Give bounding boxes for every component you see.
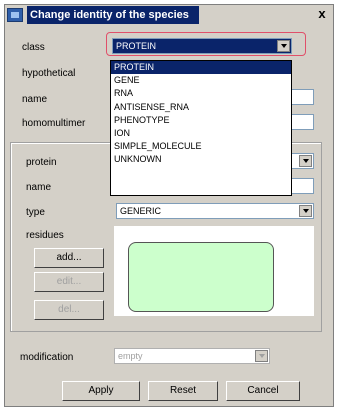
dropdown-option[interactable]: PHENOTYPE	[111, 114, 291, 127]
residues-label: residues	[26, 230, 64, 241]
cancel-button[interactable]: Cancel	[226, 381, 300, 401]
dropdown-option[interactable]: UNKNOWN	[111, 153, 291, 166]
delete-residue-button[interactable]: del...	[34, 300, 104, 320]
modification-select[interactable]: empty	[114, 348, 270, 364]
add-residue-button[interactable]: add...	[34, 248, 104, 268]
chevron-down-icon[interactable]	[255, 350, 268, 362]
modification-value: empty	[118, 351, 143, 361]
homomultimer-label: homomultimer	[22, 118, 86, 129]
dialog-title: Change identity of the species	[27, 6, 199, 24]
type-label: type	[26, 207, 45, 218]
dropdown-option[interactable]: RNA	[111, 87, 291, 100]
edit-residue-button[interactable]: edit...	[34, 272, 104, 292]
app-window-icon	[7, 8, 23, 22]
class-label: class	[22, 42, 45, 53]
name-label: name	[22, 94, 48, 105]
reset-button[interactable]: Reset	[148, 381, 218, 401]
close-icon[interactable]: x	[315, 7, 329, 21]
apply-button[interactable]: Apply	[62, 381, 140, 401]
dropdown-option[interactable]: GENE	[111, 74, 291, 87]
hypothetical-label: hypothetical	[22, 68, 76, 79]
type-selected-value: GENERIC	[120, 206, 162, 216]
type-select[interactable]: GENERIC	[116, 203, 314, 219]
chevron-down-icon[interactable]	[299, 155, 312, 167]
protein-shape-preview	[128, 242, 274, 312]
class-dropdown-list: PROTEIN GENE RNA ANTISENSE_RNA PHENOTYPE…	[110, 60, 292, 196]
chevron-down-icon[interactable]	[299, 205, 312, 217]
protein-label: protein	[26, 157, 57, 168]
title-bar[interactable]: Change identity of the species x	[5, 5, 333, 25]
residues-canvas[interactable]	[114, 226, 314, 316]
dropdown-option[interactable]: PROTEIN	[111, 61, 291, 75]
dropdown-option[interactable]: SIMPLE_MOLECULE	[111, 140, 291, 153]
panel-name-label: name	[26, 182, 52, 193]
dropdown-option[interactable]: ANTISENSE_RNA	[111, 101, 291, 114]
highlight-outline	[106, 32, 306, 56]
modification-label: modification	[20, 352, 74, 363]
dropdown-option[interactable]: ION	[111, 127, 291, 140]
